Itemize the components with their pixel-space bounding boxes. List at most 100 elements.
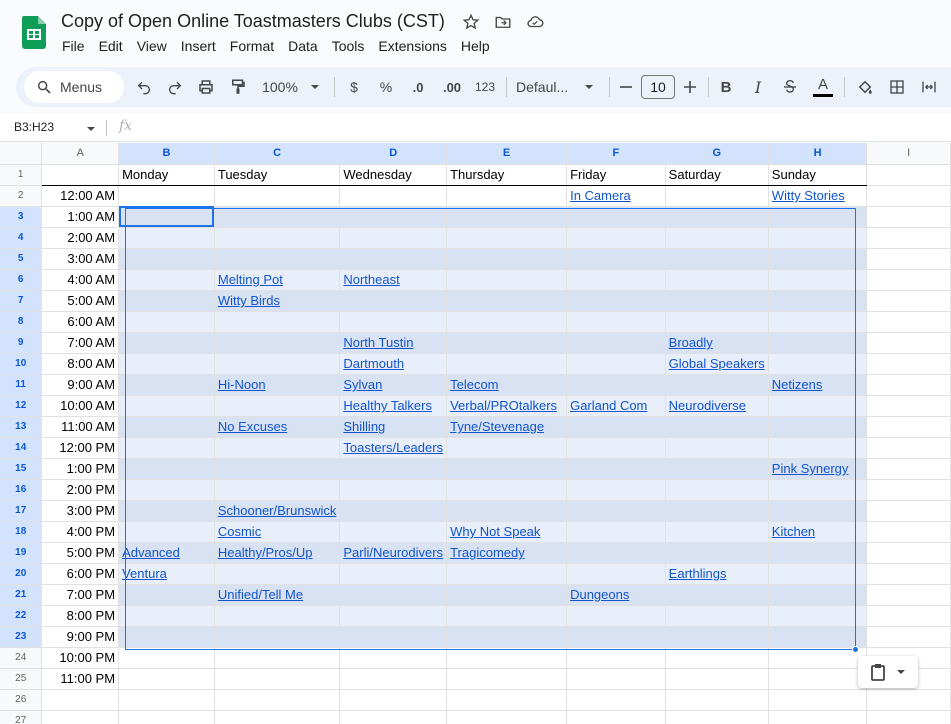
time-cell[interactable]: 10:00 PM: [41, 647, 120, 669]
cell[interactable]: [118, 437, 215, 459]
time-cell[interactable]: 7:00 AM: [41, 332, 120, 354]
menu-tools[interactable]: Tools: [325, 38, 372, 54]
time-cell[interactable]: [41, 710, 120, 724]
row-header[interactable]: 5: [0, 248, 43, 270]
more-formats-button[interactable]: 123: [471, 67, 499, 107]
cell[interactable]: [866, 311, 951, 333]
cell[interactable]: [446, 584, 568, 606]
cell[interactable]: [566, 332, 666, 354]
row-header[interactable]: 4: [0, 227, 43, 249]
day-header[interactable]: [866, 164, 951, 186]
document-title[interactable]: Copy of Open Online Toastmasters Clubs (…: [61, 11, 445, 32]
cell[interactable]: [339, 563, 448, 585]
cell[interactable]: [339, 710, 448, 724]
time-cell[interactable]: 6:00 AM: [41, 311, 120, 333]
time-cell[interactable]: 3:00 AM: [41, 248, 120, 270]
row-header[interactable]: 13: [0, 416, 43, 438]
cell[interactable]: [768, 542, 868, 564]
row-header[interactable]: 17: [0, 500, 43, 522]
spreadsheet-grid[interactable]: ABCDEFGHI 1 Monday Tuesday Wednesday Thursda…: [0, 143, 951, 724]
time-cell[interactable]: 11:00 AM: [41, 416, 120, 438]
time-cell[interactable]: 1:00 AM: [41, 206, 120, 228]
cell[interactable]: [446, 269, 568, 291]
cell[interactable]: [768, 605, 868, 627]
cell[interactable]: [118, 227, 215, 249]
time-cell[interactable]: 3:00 PM: [41, 500, 120, 522]
club-link-cell[interactable]: Telecom: [446, 374, 568, 396]
column-header[interactable]: G: [665, 143, 769, 165]
cell[interactable]: [866, 353, 951, 375]
cell[interactable]: [446, 437, 568, 459]
cell[interactable]: [446, 353, 568, 375]
time-cell[interactable]: 4:00 PM: [41, 521, 120, 543]
row-header[interactable]: 27: [0, 710, 43, 724]
cell[interactable]: [118, 269, 215, 291]
cell[interactable]: [768, 395, 868, 417]
column-header[interactable]: H: [768, 143, 868, 165]
cell[interactable]: [866, 206, 951, 228]
cell[interactable]: [339, 227, 448, 249]
cell[interactable]: [339, 479, 448, 501]
cell[interactable]: [665, 311, 769, 333]
cell[interactable]: [214, 479, 341, 501]
cell[interactable]: [214, 185, 341, 207]
cell[interactable]: [446, 647, 568, 669]
cell[interactable]: [665, 542, 769, 564]
cell[interactable]: [118, 647, 215, 669]
cell[interactable]: [768, 689, 868, 711]
club-link-cell[interactable]: Tyne/Stevenage: [446, 416, 568, 438]
cell[interactable]: [339, 311, 448, 333]
cell[interactable]: [866, 479, 951, 501]
club-link-cell[interactable]: Healthy/Pros/Up: [214, 542, 341, 564]
club-link-cell[interactable]: Shilling: [339, 416, 448, 438]
cell[interactable]: [566, 479, 666, 501]
day-header[interactable]: Thursday: [446, 164, 568, 186]
row-header[interactable]: 19: [0, 542, 43, 564]
cell[interactable]: [866, 605, 951, 627]
cell[interactable]: [866, 689, 951, 711]
row-header[interactable]: 23: [0, 626, 43, 648]
cell[interactable]: [866, 437, 951, 459]
club-link-cell[interactable]: Earthlings: [665, 563, 769, 585]
cell[interactable]: [665, 374, 769, 396]
cell[interactable]: [866, 374, 951, 396]
cell[interactable]: [339, 248, 448, 270]
cell[interactable]: [339, 689, 448, 711]
cell[interactable]: [118, 206, 215, 228]
cell[interactable]: [446, 479, 568, 501]
cell[interactable]: [866, 185, 951, 207]
cell[interactable]: [118, 353, 215, 375]
time-cell[interactable]: 5:00 AM: [41, 290, 120, 312]
zoom-select[interactable]: 100%: [256, 67, 326, 107]
move-folder-icon[interactable]: [493, 12, 513, 32]
cell[interactable]: [866, 626, 951, 648]
cell[interactable]: [118, 416, 215, 438]
cell[interactable]: [566, 248, 666, 270]
decrease-decimal-button[interactable]: .0: [406, 67, 430, 107]
cell[interactable]: [214, 605, 341, 627]
cell[interactable]: [665, 521, 769, 543]
club-link-cell[interactable]: Verbal/PROtalkers: [446, 395, 568, 417]
club-link-cell[interactable]: Healthy Talkers: [339, 395, 448, 417]
cell[interactable]: [446, 227, 568, 249]
cell[interactable]: [866, 248, 951, 270]
row-header[interactable]: 9: [0, 332, 43, 354]
column-header[interactable]: D: [339, 143, 448, 165]
row-header[interactable]: 1: [0, 164, 43, 186]
cell[interactable]: [566, 668, 666, 690]
time-cell[interactable]: 2:00 AM: [41, 227, 120, 249]
cell[interactable]: [446, 605, 568, 627]
cell[interactable]: [768, 269, 868, 291]
cell[interactable]: [566, 227, 666, 249]
time-cell[interactable]: 8:00 AM: [41, 353, 120, 375]
cell[interactable]: [665, 248, 769, 270]
cell[interactable]: [768, 563, 868, 585]
cell[interactable]: [339, 500, 448, 522]
row-header[interactable]: 7: [0, 290, 43, 312]
menu-format[interactable]: Format: [223, 38, 281, 54]
menu-extensions[interactable]: Extensions: [371, 38, 453, 54]
cell[interactable]: [566, 458, 666, 480]
cell[interactable]: [768, 332, 868, 354]
column-header[interactable]: F: [566, 143, 666, 165]
merge-cells-icon[interactable]: [918, 67, 940, 107]
